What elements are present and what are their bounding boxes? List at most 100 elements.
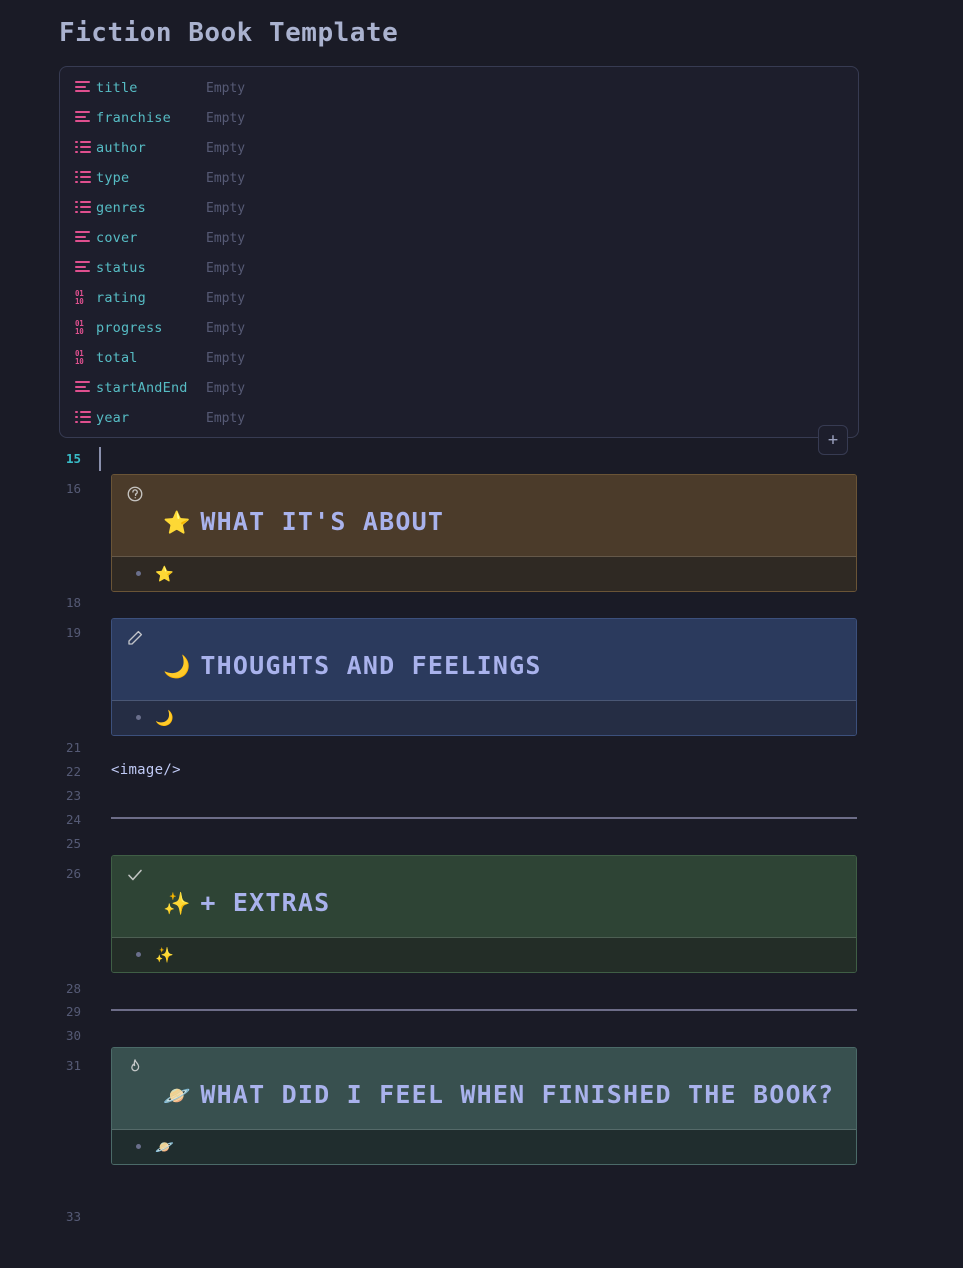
text-type-icon xyxy=(70,381,96,395)
property-value[interactable]: Empty xyxy=(206,141,245,156)
callout-header: 🪐 WHAT DID I FEEL WHEN FINISHED THE BOOK? xyxy=(112,1048,856,1130)
star-emoji: ⭐ xyxy=(163,511,191,536)
property-row[interactable]: franchise Empty xyxy=(60,103,858,133)
property-key[interactable]: progress xyxy=(96,320,206,336)
ringed-planet-emoji: 🪐 xyxy=(163,1084,191,1109)
line-number-15: 15 xyxy=(65,451,81,466)
ringed-planet-emoji: 🪐 xyxy=(155,1137,174,1156)
callout-header: ✨ + EXTRAS xyxy=(112,856,856,938)
property-value[interactable]: Empty xyxy=(206,321,245,336)
callout-heading: ✨ + EXTRAS xyxy=(128,886,840,921)
property-row[interactable]: status Empty xyxy=(60,253,858,283)
sparkles-emoji: ✨ xyxy=(155,945,174,964)
property-key[interactable]: total xyxy=(96,350,206,366)
property-row[interactable]: 01 10 total Empty xyxy=(60,343,858,373)
bullet-marker xyxy=(136,1144,141,1149)
list-type-icon xyxy=(70,410,96,426)
callout-body[interactable]: ✨ xyxy=(112,937,856,972)
line-number-33: 33 xyxy=(65,1209,81,1224)
property-value[interactable]: Empty xyxy=(206,381,245,396)
callout-heading: 🪐 WHAT DID I FEEL WHEN FINISHED THE BOOK? xyxy=(128,1078,840,1113)
property-value[interactable]: Empty xyxy=(206,171,245,186)
property-row[interactable]: year Empty xyxy=(60,403,858,433)
horizontal-divider xyxy=(111,1009,857,1011)
line-number-18: 18 xyxy=(65,595,81,610)
callout-body[interactable]: 🌙 xyxy=(112,700,856,735)
property-key[interactable]: cover xyxy=(96,230,206,246)
text-type-icon xyxy=(70,231,96,245)
property-row[interactable]: title Empty xyxy=(60,73,858,103)
bullet-marker xyxy=(136,952,141,957)
crescent-moon-emoji: 🌙 xyxy=(163,655,191,680)
property-key[interactable]: startAndEnd xyxy=(96,380,206,396)
property-row[interactable]: 01 10 rating Empty xyxy=(60,283,858,313)
property-key[interactable]: franchise xyxy=(96,110,206,126)
horizontal-divider xyxy=(111,817,857,819)
callout-what-its-about[interactable]: ⭐ WHAT IT'S ABOUT ⭐ xyxy=(111,474,857,592)
line-number-22: 22 xyxy=(65,764,81,779)
property-value[interactable]: Empty xyxy=(206,261,245,276)
property-key[interactable]: title xyxy=(96,80,206,96)
flame-icon xyxy=(126,1058,144,1076)
number-type-icon: 01 10 xyxy=(75,319,84,336)
property-key[interactable]: year xyxy=(96,410,206,426)
image-placeholder-text: <image/> xyxy=(111,762,181,778)
property-key[interactable]: genres xyxy=(96,200,206,216)
number-type-icon: 01 10 xyxy=(75,349,84,366)
callout-extras[interactable]: ✨ + EXTRAS ✨ xyxy=(111,855,857,973)
properties-table: title Empty franchise Empty author Empty type E… xyxy=(59,66,859,455)
property-value[interactable]: Empty xyxy=(206,201,245,216)
property-value[interactable]: Empty xyxy=(206,231,245,246)
property-row[interactable]: genres Empty xyxy=(60,193,858,223)
property-value[interactable]: Empty xyxy=(206,291,245,306)
callout-thoughts-and-feelings[interactable]: 🌙 THOUGHTS AND FEELINGS 🌙 xyxy=(111,618,857,736)
list-type-icon xyxy=(70,140,96,156)
property-row[interactable]: cover Empty xyxy=(60,223,858,253)
callout-heading: ⭐ WHAT IT'S ABOUT xyxy=(128,505,840,540)
page-title: Fiction Book Template xyxy=(59,18,399,48)
list-type-icon xyxy=(70,200,96,216)
add-property-button[interactable]: + xyxy=(818,425,848,455)
property-key[interactable]: type xyxy=(96,170,206,186)
line-number-29: 29 xyxy=(65,1004,81,1019)
text-type-icon xyxy=(70,81,96,95)
line-number-23: 23 xyxy=(65,788,81,803)
line-number-24: 24 xyxy=(65,812,81,827)
callout-body[interactable]: ⭐ xyxy=(112,556,856,591)
callout-header: ⭐ WHAT IT'S ABOUT xyxy=(112,475,856,557)
callout-what-did-i-feel[interactable]: 🪐 WHAT DID I FEEL WHEN FINISHED THE BOOK?… xyxy=(111,1047,857,1165)
number-type-icon: 01 10 xyxy=(75,289,84,306)
pencil-icon xyxy=(126,629,144,647)
callout-heading: 🌙 THOUGHTS AND FEELINGS xyxy=(128,649,840,684)
property-value[interactable]: Empty xyxy=(206,411,245,426)
property-key[interactable]: status xyxy=(96,260,206,276)
line-number-28: 28 xyxy=(65,981,81,996)
property-value[interactable]: Empty xyxy=(206,351,245,366)
line-number-30: 30 xyxy=(65,1028,81,1043)
line-number-16: 16 xyxy=(65,481,81,496)
line-number-19: 19 xyxy=(65,625,81,640)
callout-heading-text: WHAT IT'S ABOUT xyxy=(200,507,445,536)
property-row[interactable]: type Empty xyxy=(60,163,858,193)
text-type-icon xyxy=(70,261,96,275)
property-value[interactable]: Empty xyxy=(206,111,245,126)
callout-heading-text: THOUGHTS AND FEELINGS xyxy=(200,651,542,680)
text-type-icon xyxy=(70,111,96,125)
line-number-31: 31 xyxy=(65,1058,81,1073)
property-key[interactable]: rating xyxy=(96,290,206,306)
crescent-moon-emoji: 🌙 xyxy=(155,708,174,727)
property-row[interactable]: author Empty xyxy=(60,133,858,163)
line-number-21: 21 xyxy=(65,740,81,755)
callout-body[interactable]: 🪐 xyxy=(112,1129,856,1164)
bullet-marker xyxy=(136,571,141,576)
callout-heading-text: WHAT DID I FEEL WHEN FINISHED THE BOOK? xyxy=(200,1080,835,1109)
property-value[interactable]: Empty xyxy=(206,81,245,96)
property-row[interactable]: 01 10 progress Empty xyxy=(60,313,858,343)
property-key[interactable]: author xyxy=(96,140,206,156)
callout-header: 🌙 THOUGHTS AND FEELINGS xyxy=(112,619,856,701)
property-row[interactable]: startAndEnd Empty xyxy=(60,373,858,403)
callout-heading-text: + EXTRAS xyxy=(200,888,331,917)
star-emoji: ⭐ xyxy=(155,564,174,583)
check-icon xyxy=(126,866,144,884)
question-circle-icon xyxy=(126,485,144,503)
